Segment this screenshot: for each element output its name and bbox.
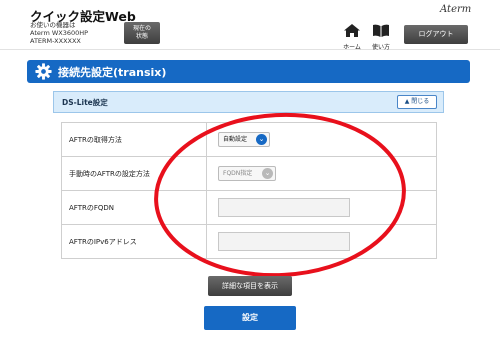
logout-button[interactable]: ログアウト — [404, 25, 468, 44]
book-icon — [373, 24, 389, 37]
gear-icon — [35, 63, 52, 80]
row-label: AFTRのFQDN — [61, 190, 207, 225]
chevron-down-icon: ⌄ — [262, 168, 273, 179]
brand-logo: Aterm — [440, 4, 472, 15]
chevron-down-icon: ⌄ — [256, 134, 267, 145]
row-label: AFTRのIPv6アドレス — [61, 224, 207, 259]
manual-label: 使い方 — [371, 44, 390, 51]
ds-lite-panel-header: DS-Lite設定 ▲ 閉じる — [53, 91, 444, 113]
table-row: 手動時のAFTRの設定方法 FQDN指定 ⌄ — [61, 156, 437, 191]
aftr-manual-method-select[interactable]: FQDN指定 ⌄ — [218, 166, 276, 181]
table-row: AFTRの取得方法 自動設定 ⌄ — [61, 122, 437, 157]
table-row: AFTRのIPv6アドレス — [61, 224, 437, 259]
aftr-ipv6-input[interactable] — [218, 232, 350, 251]
select-value: 自動設定 — [223, 136, 248, 143]
row-label: 手動時のAFTRの設定方法 — [61, 156, 207, 191]
home-button[interactable]: ホーム — [340, 22, 364, 51]
device-model: Aterm WX3600HP — [30, 29, 89, 37]
section-header: 接続先設定(transix) — [27, 60, 470, 83]
show-details-button[interactable]: 詳細な項目を表示 — [208, 276, 292, 296]
current-status-button[interactable]: 現在の 状態 — [124, 22, 160, 44]
chevron-up-icon: ▲ — [404, 98, 410, 105]
row-label: AFTRの取得方法 — [61, 122, 207, 157]
device-info-label: お使いの機器は — [30, 21, 76, 29]
collapse-label: 閉じる — [411, 98, 430, 105]
table-row: AFTRのFQDN — [61, 190, 437, 225]
app-header: クイック設定Web お使いの機器は Aterm WX3600HP ATERM-X… — [0, 0, 500, 51]
panel-title: DS-Lite設定 — [62, 98, 108, 107]
home-label: ホーム — [343, 44, 361, 51]
status-button-line1: 現在の — [132, 25, 151, 32]
manual-button[interactable]: 使い方 — [369, 22, 393, 51]
collapse-button[interactable]: ▲ 閉じる — [397, 95, 437, 109]
section-title: 接続先設定(transix) — [58, 66, 167, 79]
select-value: FQDN指定 — [223, 170, 253, 177]
aftr-fqdn-input[interactable] — [218, 198, 350, 217]
ds-lite-settings-table: AFTRの取得方法 自動設定 ⌄ 手動時のAFTRの設定方法 FQDN指定 ⌄ … — [61, 122, 437, 259]
submit-button[interactable]: 設定 — [204, 306, 296, 330]
status-button-line2: 状態 — [135, 33, 148, 40]
home-icon — [344, 24, 360, 37]
device-name: ATERM-XXXXXX — [30, 37, 81, 45]
aftr-acquisition-select[interactable]: 自動設定 ⌄ — [218, 132, 270, 147]
